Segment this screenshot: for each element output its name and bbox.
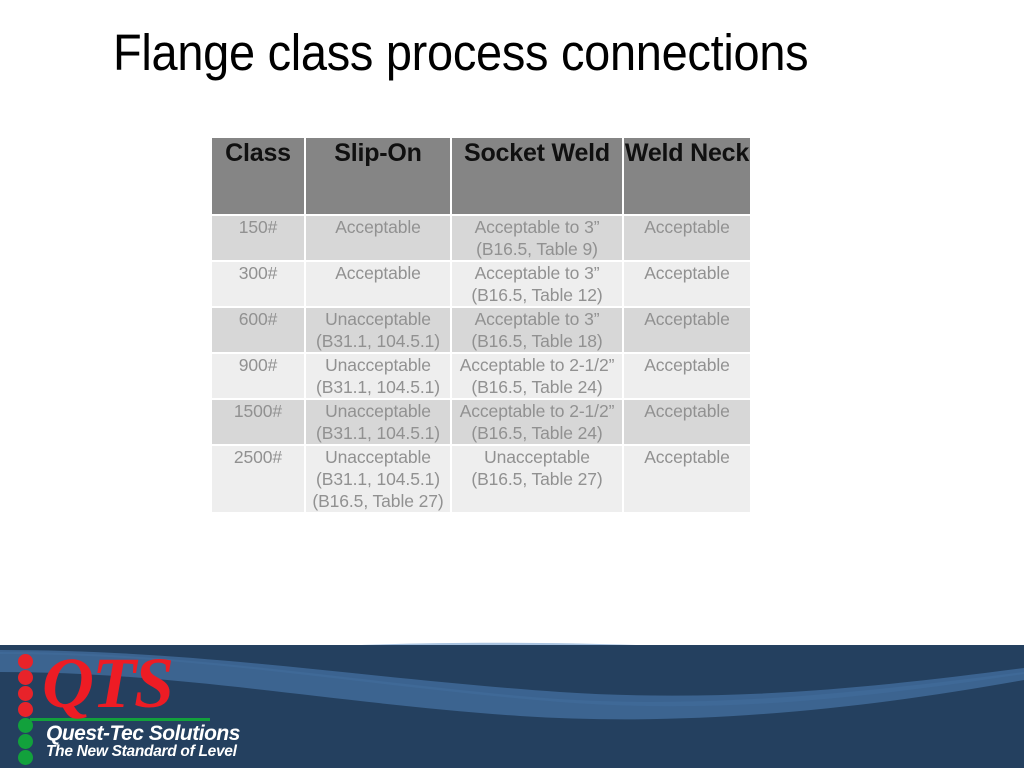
cell-text-line2: (B16.5, Table 24)	[471, 423, 603, 443]
cell-text-line2: (B16.5, Table 27)	[471, 469, 603, 489]
cell-text-line2: (B31.1, 104.5.1)	[316, 469, 440, 489]
column-header-slip-on: Slip-On	[306, 138, 450, 214]
cell-slip-on: Acceptable	[306, 262, 450, 306]
column-header-class: Class	[212, 138, 304, 214]
cell-text-line1: Acceptable	[644, 401, 730, 421]
logo-tagline: The New Standard of Level	[46, 743, 237, 760]
logo-dot-red-2	[18, 670, 33, 685]
cell-text-line1: Acceptable	[644, 263, 730, 283]
cell-text-line2: (B31.1, 104.5.1)	[316, 377, 440, 397]
logo-dot-red-4	[18, 702, 33, 717]
column-header-weld-neck: Weld Neck	[624, 138, 750, 214]
cell-class: 2500#	[212, 446, 304, 512]
cell-text-line1: Unacceptable	[325, 401, 431, 421]
page-title: Flange class process connections	[113, 24, 809, 81]
cell-text-line1: Unacceptable	[484, 447, 590, 467]
cell-socket-weld: Acceptable to 2-1/2” (B16.5, Table 24)	[452, 354, 622, 398]
cell-text-line1: Acceptable	[335, 217, 421, 237]
cell-text-line1: Acceptable to 3”	[474, 263, 600, 283]
column-header-class-label: Class	[225, 139, 291, 167]
cell-text-line1: Unacceptable	[325, 309, 431, 329]
cell-weld-neck: Acceptable	[624, 446, 750, 512]
cell-class: 300#	[212, 262, 304, 306]
cell-text-line2: (B16.5, Table 12)	[471, 285, 603, 305]
flange-class-table: Class Slip-On Socket Weld Weld Neck 150#…	[210, 136, 752, 514]
table-header-row: Class Slip-On Socket Weld Weld Neck	[212, 138, 750, 214]
cell-text-line1: Acceptable to 2-1/2”	[459, 355, 615, 375]
table-row: 600# Unacceptable (B31.1, 104.5.1) Accep…	[212, 308, 750, 352]
cell-weld-neck: Acceptable	[624, 308, 750, 352]
logo-dot-green-2	[18, 734, 33, 749]
cell-slip-on: Unacceptable (B31.1, 104.5.1) (B16.5, Ta…	[306, 446, 450, 512]
logo-dot-red-3	[18, 686, 33, 701]
cell-class: 600#	[212, 308, 304, 352]
table-row: 1500# Unacceptable (B31.1, 104.5.1) Acce…	[212, 400, 750, 444]
cell-class: 150#	[212, 216, 304, 260]
cell-text-line1: Acceptable	[644, 217, 730, 237]
cell-text-line2: (B16.5, Table 24)	[471, 377, 603, 397]
cell-socket-weld: Acceptable to 3” (B16.5, Table 12)	[452, 262, 622, 306]
cell-text-line1: Acceptable to 2-1/2”	[459, 401, 615, 421]
table-row: 2500# Unacceptable (B31.1, 104.5.1) (B16…	[212, 446, 750, 512]
cell-slip-on: Unacceptable (B31.1, 104.5.1)	[306, 308, 450, 352]
cell-text-line2: (B16.5, Table 18)	[471, 331, 603, 351]
column-header-slip-on-label: Slip-On	[334, 139, 422, 167]
cell-weld-neck: Acceptable	[624, 216, 750, 260]
cell-text-line1: Unacceptable	[325, 355, 431, 375]
column-header-socket-weld-label: Socket Weld	[464, 139, 610, 167]
logo-wordmark: QTS	[42, 643, 174, 723]
cell-weld-neck: Acceptable	[624, 400, 750, 444]
table-row: 300# Acceptable Acceptable to 3” (B16.5,…	[212, 262, 750, 306]
cell-weld-neck: Acceptable	[624, 354, 750, 398]
cell-text-line3: (B16.5, Table 27)	[312, 491, 444, 511]
cell-text-line1: Acceptable	[644, 355, 730, 375]
column-header-weld-neck-label-line2: Neck	[690, 139, 750, 167]
logo-dot-green-3	[18, 750, 33, 765]
cell-text-line1: Acceptable	[335, 263, 421, 283]
column-header-socket-weld: Socket Weld	[452, 138, 622, 214]
cell-text-line1: Acceptable to 3”	[474, 217, 600, 237]
cell-slip-on: Unacceptable (B31.1, 104.5.1)	[306, 354, 450, 398]
cell-class: 1500#	[212, 400, 304, 444]
cell-slip-on: Unacceptable (B31.1, 104.5.1)	[306, 400, 450, 444]
logo-dot-column	[18, 654, 42, 765]
qts-logo: QTS Quest-Tec Solutions The New Standard…	[8, 643, 240, 765]
cell-socket-weld: Unacceptable (B16.5, Table 27)	[452, 446, 622, 512]
table-row: 150# Acceptable Acceptable to 3” (B16.5,…	[212, 216, 750, 260]
cell-text-line1: Acceptable	[644, 309, 730, 329]
cell-slip-on: Acceptable	[306, 216, 450, 260]
logo-company-name: Quest-Tec Solutions	[46, 722, 240, 745]
cell-text-line2: (B16.5, Table 9)	[476, 239, 598, 259]
cell-text-line1: Acceptable	[644, 447, 730, 467]
cell-text-line2: (B31.1, 104.5.1)	[316, 331, 440, 351]
cell-socket-weld: Acceptable to 2-1/2” (B16.5, Table 24)	[452, 400, 622, 444]
slide-canvas: Flange class process connections Class S…	[0, 0, 1024, 768]
column-header-weld-neck-label-line1: Weld	[624, 139, 684, 167]
cell-text-line1: Unacceptable	[325, 447, 431, 467]
cell-socket-weld: Acceptable to 3” (B16.5, Table 18)	[452, 308, 622, 352]
cell-weld-neck: Acceptable	[624, 262, 750, 306]
logo-dot-red-1	[18, 654, 33, 669]
cell-class: 900#	[212, 354, 304, 398]
cell-text-line1: Acceptable to 3”	[474, 309, 600, 329]
cell-socket-weld: Acceptable to 3” (B16.5, Table 9)	[452, 216, 622, 260]
table-row: 900# Unacceptable (B31.1, 104.5.1) Accep…	[212, 354, 750, 398]
cell-text-line2: (B31.1, 104.5.1)	[316, 423, 440, 443]
